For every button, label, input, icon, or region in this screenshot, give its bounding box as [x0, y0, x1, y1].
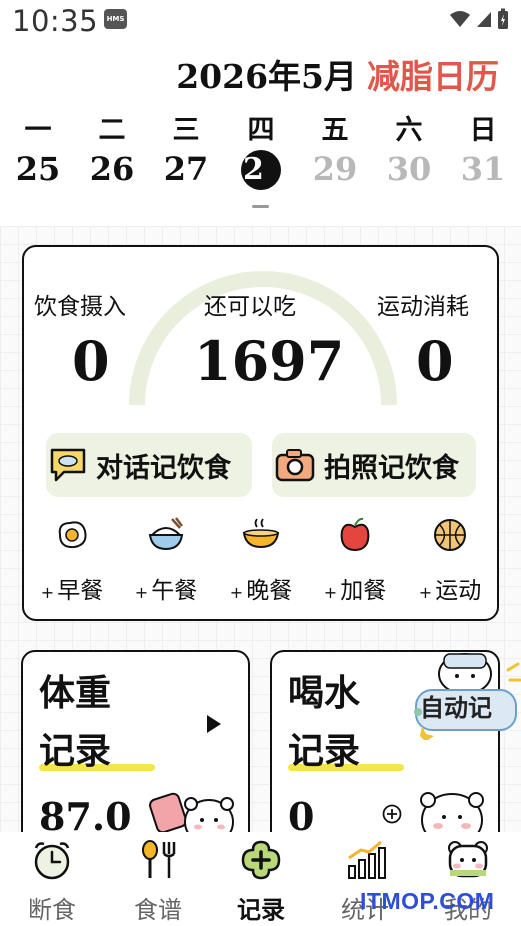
tab-recipes[interactable]: 食谱 — [118, 832, 198, 925]
photo-log-label: 拍照记饮食 — [324, 452, 459, 484]
meal-breakfast[interactable]: + 早餐 — [27, 515, 117, 605]
tab-label: 断食 — [28, 896, 76, 924]
date-cell[interactable]: 29 — [305, 150, 365, 188]
hms-badge: HMS — [104, 9, 127, 29]
weekday-label: 五 — [321, 115, 349, 146]
date-cell[interactable]: 25 — [8, 150, 68, 188]
plus-sign: + — [418, 583, 433, 602]
date-cell[interactable]: 27 — [156, 150, 216, 188]
weekday-label: 二 — [98, 115, 126, 146]
spoon-fork-icon — [142, 840, 176, 878]
tab-record[interactable]: 记录 — [221, 832, 301, 925]
fried-egg-icon — [58, 521, 87, 549]
remaining-label: 还可以吃 — [204, 294, 296, 320]
bear-face-icon — [448, 841, 488, 878]
rice-bowl-icon — [148, 517, 184, 551]
date-cell[interactable]: 30 — [379, 150, 439, 188]
weekday-label: 三 — [172, 115, 200, 146]
burn-value: 0 — [416, 329, 454, 393]
meal-snack[interactable]: + 加餐 — [310, 515, 400, 605]
intake-label: 饮食摄入 — [34, 294, 126, 320]
wifi-icon — [450, 11, 470, 27]
weekday-label: 一 — [24, 115, 52, 146]
camera-icon — [275, 449, 315, 482]
plus-sign: + — [229, 583, 244, 602]
status-time: 10:35 — [12, 4, 99, 38]
calorie-summary-card: 饮食摄入 0 还可以吃 1697 运动消耗 0 对话记饮食 拍照记饮食 +早餐 — [22, 245, 499, 621]
status-bar: 10:35 HMS — [0, 0, 521, 44]
battery-icon — [498, 8, 508, 29]
auto-record-label[interactable]: 自动记 — [420, 688, 492, 723]
signal-icon — [477, 12, 491, 27]
water-card-title: 喝水 — [288, 672, 361, 714]
plus-sign: + — [323, 583, 338, 602]
weekday-label: 日 — [469, 115, 497, 146]
noodle-bowl-icon — [242, 518, 280, 549]
date-cell[interactable]: 26 — [82, 150, 142, 188]
plus-sign: + — [134, 583, 149, 602]
tab-label: 记录 — [237, 895, 285, 924]
photo-log-button[interactable]: 拍照记饮食 — [272, 433, 476, 497]
meal-dinner[interactable]: + 晚餐 — [216, 515, 306, 605]
weekday-label: 四 — [247, 115, 275, 146]
plus-sign: + — [40, 583, 55, 602]
meal-label: 早餐 — [57, 578, 104, 604]
chat-log-label: 对话记饮食 — [96, 452, 231, 484]
meal-exercise[interactable]: + 运动 — [405, 515, 495, 605]
apple-icon — [340, 517, 370, 551]
weight-card-subtitle: 记录 — [39, 730, 112, 772]
chat-log-button[interactable]: 对话记饮食 — [46, 433, 252, 497]
plus-circle-icon[interactable] — [382, 804, 402, 824]
meal-label: 晚餐 — [246, 578, 293, 604]
brand-title: 减脂日历 — [367, 57, 499, 96]
meal-label: 加餐 — [340, 578, 387, 604]
play-arrow-icon[interactable] — [206, 714, 222, 734]
meal-lunch[interactable]: + 午餐 — [121, 515, 211, 605]
calendar-header: 2026年5月 减脂日历 — [176, 50, 499, 98]
tab-label: 食谱 — [134, 896, 182, 924]
weight-record-card[interactable]: 体重 记录 87.0 — [21, 650, 250, 850]
burn-label: 运动消耗 — [377, 294, 469, 320]
remaining-value: 1697 — [194, 329, 345, 393]
year-month-title[interactable]: 2026年5月 — [176, 57, 357, 96]
system-icons — [449, 8, 509, 30]
weight-card-title: 体重 — [39, 672, 112, 714]
today-indicator — [252, 205, 269, 208]
water-card-subtitle: 记录 — [288, 730, 361, 772]
watermark: ITMOP.COM — [360, 888, 495, 914]
meal-label: 午餐 — [151, 578, 198, 604]
alarm-clock-icon — [34, 842, 70, 880]
weekday-label: 六 — [395, 115, 423, 146]
date-cell[interactable]: 31 — [453, 150, 513, 188]
meal-label: 运动 — [435, 578, 482, 604]
tab-fasting[interactable]: 断食 — [12, 832, 92, 925]
bar-chart-icon — [348, 840, 386, 879]
chat-bubble-icon — [50, 448, 86, 482]
basketball-icon — [434, 519, 466, 551]
today-date-cell[interactable]: 2 — [241, 150, 281, 190]
plus-clover-icon — [241, 840, 281, 880]
intake-value: 0 — [72, 329, 110, 393]
